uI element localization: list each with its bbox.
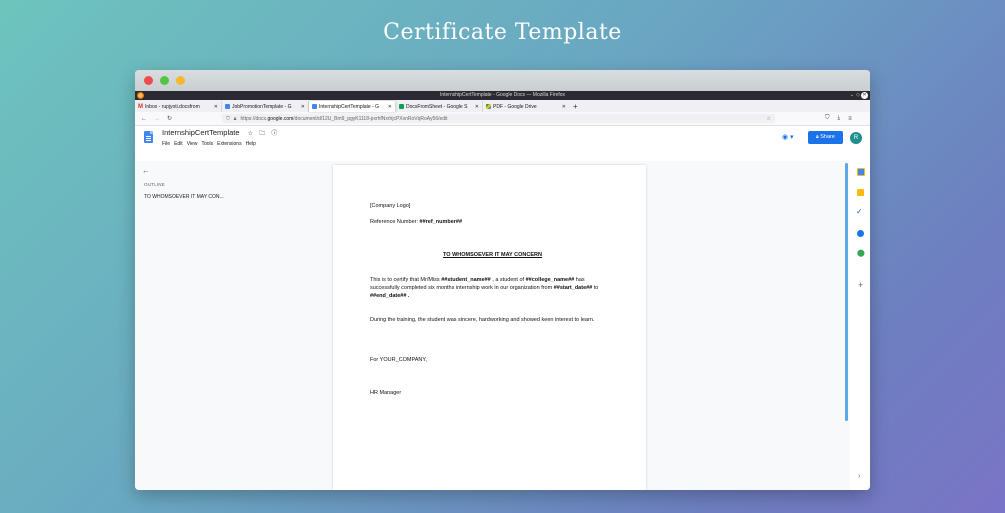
tab-label: DocsFromSheet - Google S: [406, 103, 468, 110]
company-logo-placeholder: [Company Logo]: [370, 203, 411, 209]
minimize-window-button[interactable]: [176, 76, 185, 85]
hero-title: Certificate Template: [383, 20, 622, 45]
lock-icon: 🔒︎: [816, 134, 819, 140]
reload-icon[interactable]: ↻: [167, 115, 172, 122]
url-path: /document/d/12U_Bm9_pgyK1118-pxrhfNxrhjc…: [293, 115, 448, 122]
scrollbar[interactable]: [845, 163, 848, 421]
back-icon[interactable]: ←: [141, 116, 147, 122]
add-addon-icon[interactable]: +: [858, 281, 863, 290]
url-domain: google.com: [267, 115, 294, 122]
avatar[interactable]: R: [850, 132, 862, 144]
docs-icon: [312, 104, 317, 109]
back-arrow-icon[interactable]: ←: [142, 166, 150, 175]
menu-icon[interactable]: ≡: [848, 116, 852, 122]
share-label: Share: [820, 134, 835, 140]
close-icon[interactable]: ✕: [861, 92, 868, 99]
tab-jobpromotion[interactable]: JobPromotionTemplate - G ✕: [222, 101, 309, 112]
close-window-button[interactable]: [144, 76, 153, 85]
status-icon[interactable]: ⓘ: [271, 131, 277, 137]
mac-title-bar: [135, 70, 870, 91]
reference-value: ##ref_number##: [419, 219, 463, 225]
tab-close-icon[interactable]: ✕: [560, 104, 566, 110]
tab-inbox[interactable]: M Inbox - rupjyoti.docsfrom ✕: [135, 101, 222, 112]
tab-docsfromsheet[interactable]: DocsFromSheet - Google S ✕: [396, 101, 483, 112]
text-run: to: [592, 285, 599, 291]
view-mode-icon[interactable]: ◉ ▾: [782, 133, 794, 141]
menu-file[interactable]: File: [162, 141, 170, 147]
tab-label: PDF - Google Drive: [493, 103, 537, 110]
tab-label: JobPromotionTemplate - G: [232, 103, 292, 110]
reference-label: Reference Number:: [370, 219, 420, 225]
tab-strip: M Inbox - rupjyoti.docsfrom ✕ JobPromoti…: [135, 100, 870, 112]
sheets-icon: [399, 104, 404, 109]
tab-close-icon[interactable]: ✕: [212, 104, 218, 110]
bookmark-star-icon[interactable]: ☆: [767, 116, 771, 122]
navigation-bar: ← → ↻ ⛉ 🔒︎ https://docs.google.com/docum…: [135, 112, 870, 126]
start-date-placeholder: ##start_date##: [553, 285, 593, 291]
signatory-title: HR Manager: [370, 390, 402, 396]
training-paragraph: During the training, the student was sin…: [370, 317, 595, 323]
url-prefix: https://docs.: [240, 115, 268, 122]
drive-icon: [486, 104, 491, 109]
document-workspace: ← OUTLINE TO WHOMSOEVER IT MAY CON... [C…: [135, 161, 870, 490]
document-title-row: InternshipCertTemplate ☆ 🗀︎ ⓘ: [162, 128, 277, 139]
tab-close-icon[interactable]: ✕: [386, 104, 392, 110]
end-date-placeholder: ##end_date##: [370, 293, 407, 299]
new-tab-button[interactable]: +: [573, 101, 578, 112]
maps-icon[interactable]: ⬤: [857, 250, 865, 257]
download-icon[interactable]: ⤓: [838, 115, 841, 122]
tab-internshipcert[interactable]: InternshipCertTemplate - G ✕: [309, 101, 396, 112]
browser-window: InternshipCertTemplate - Google Docs — M…: [135, 70, 870, 490]
text-run: , a student of: [490, 277, 526, 283]
chevron-right-icon[interactable]: ›: [858, 473, 860, 480]
firefox-logo-icon: [137, 92, 144, 99]
menu-tools[interactable]: Tools: [201, 141, 213, 147]
outline-item[interactable]: TO WHOMSOEVER IT MAY CON...: [144, 194, 224, 200]
document-title[interactable]: InternshipCertTemplate: [162, 128, 240, 137]
firefox-title-bar: InternshipCertTemplate - Google Docs — M…: [135, 91, 870, 100]
docs-header: InternshipCertTemplate ☆ 🗀︎ ⓘ File Edit …: [135, 126, 870, 152]
reference-line: Reference Number: ##ref_number##: [370, 218, 615, 226]
chevron-down-icon[interactable]: ⌄: [850, 91, 854, 100]
menu-view[interactable]: View: [187, 141, 198, 147]
calendar-icon[interactable]: [857, 168, 865, 176]
restore-icon[interactable]: ◇: [856, 91, 860, 100]
company-signoff: For YOUR_COMPANY,: [370, 357, 427, 363]
certificate-heading: TO WHOMSOEVER IT MAY CONCERN: [443, 252, 542, 258]
tab-pdf-drive[interactable]: PDF - Google Drive ✕: [483, 101, 569, 112]
url-text: https://docs.google.com/document/d/12U_B…: [240, 116, 447, 122]
tab-close-icon[interactable]: ✕: [473, 104, 479, 110]
zoom-window-button[interactable]: [160, 76, 169, 85]
menu-help[interactable]: Help: [246, 141, 256, 147]
college-name-placeholder: ##college_name##: [525, 277, 575, 283]
menu-bar: File Edit View Tools Extensions Help: [162, 141, 256, 147]
outline-heading: OUTLINE: [144, 182, 165, 187]
star-icon[interactable]: ☆: [248, 131, 253, 137]
gmail-icon: M: [138, 103, 143, 110]
shield-icon: ⛉: [226, 115, 230, 122]
docs-logo-icon[interactable]: [144, 131, 153, 143]
text-run: This is to certify that Mr/Miss: [370, 277, 442, 283]
tab-label: Inbox - rupjyoti.docsfrom: [145, 103, 200, 110]
lock-icon: 🔒︎: [233, 115, 237, 122]
tab-label: InternshipCertTemplate - G: [319, 103, 380, 110]
keep-icon[interactable]: [857, 189, 864, 196]
contacts-icon[interactable]: [857, 230, 864, 237]
document-page[interactable]: [Company Logo] Reference Number: ##ref_n…: [333, 165, 646, 490]
move-folder-icon[interactable]: 🗀︎: [259, 131, 265, 137]
tasks-icon[interactable]: ✓: [856, 208, 863, 216]
url-bar[interactable]: ⛉ 🔒︎ https://docs.google.com/document/d/…: [222, 114, 776, 123]
pocket-icon[interactable]: ⛉: [825, 115, 830, 122]
certificate-paragraph: This is to certify that Mr/Miss ##studen…: [370, 276, 615, 300]
window-title: InternshipCertTemplate - Google Docs — M…: [439, 92, 566, 98]
menu-extensions[interactable]: Extensions: [217, 141, 241, 147]
docs-icon: [225, 104, 230, 109]
share-button[interactable]: 🔒︎ Share: [808, 131, 843, 144]
forward-icon[interactable]: →: [154, 116, 160, 122]
tab-close-icon[interactable]: ✕: [299, 104, 305, 110]
menu-edit[interactable]: Edit: [174, 141, 183, 147]
student-name-placeholder: ##student_name##: [441, 277, 491, 283]
text-run: .: [406, 293, 410, 299]
side-panel: ✓ ⬤ + ›: [850, 161, 870, 490]
